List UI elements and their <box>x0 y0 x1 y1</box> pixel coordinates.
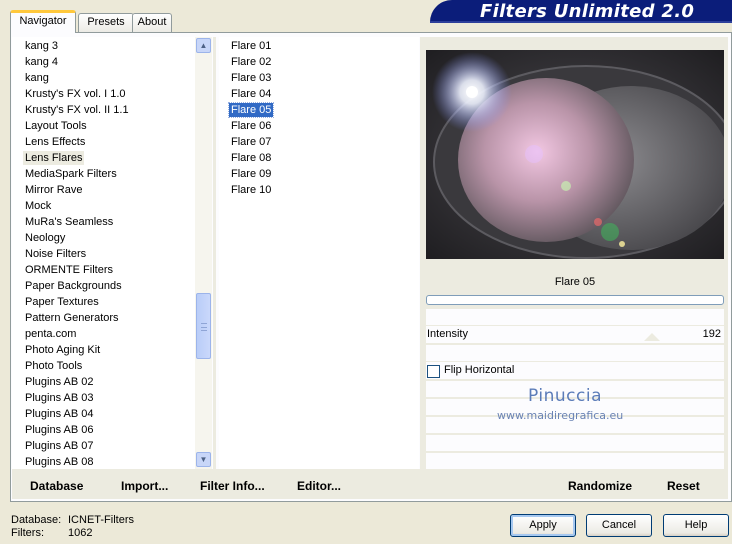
intensity-value: 192 <box>702 328 721 340</box>
filter-item[interactable]: Flare 10 <box>229 183 273 197</box>
filter-preview <box>426 50 724 259</box>
category-item[interactable]: Krusty's FX vol. I 1.0 <box>23 87 128 101</box>
filter-info-button[interactable]: Filter Info... <box>200 479 265 493</box>
filter-item[interactable]: Flare 09 <box>229 167 273 181</box>
category-item[interactable]: Paper Backgrounds <box>23 279 124 293</box>
filter-item[interactable]: Flare 03 <box>229 71 273 85</box>
filter-item[interactable]: Flare 07 <box>229 135 273 149</box>
import-button[interactable]: Import... <box>121 479 168 493</box>
watermark-site: www.maidiregrafica.eu <box>497 409 624 422</box>
database-status-value: ICNET-Filters <box>68 514 134 526</box>
filter-item[interactable]: Flare 01 <box>229 39 273 53</box>
filter-item[interactable]: Flare 05 <box>227 102 275 118</box>
control-row-blank <box>426 435 724 451</box>
category-item[interactable]: Lens Effects <box>23 135 87 149</box>
watermark-name: Pinuccia <box>528 386 602 406</box>
filter-item[interactable]: Flare 06 <box>229 119 273 133</box>
help-button[interactable]: Help <box>663 514 729 537</box>
filter-item[interactable]: Flare 04 <box>229 87 273 101</box>
category-item[interactable]: Plugins AB 06 <box>23 423 96 437</box>
category-item[interactable]: Mock <box>23 199 53 213</box>
category-item[interactable]: kang 3 <box>23 39 60 53</box>
category-item[interactable]: Plugins AB 08 <box>23 455 96 469</box>
database-button[interactable]: Database <box>30 479 83 493</box>
category-item[interactable]: Noise Filters <box>23 247 88 261</box>
flip-row[interactable]: Flip Horizontal <box>426 362 724 379</box>
category-item[interactable]: kang <box>23 71 51 85</box>
category-item[interactable]: ORMENTE Filters <box>23 263 115 277</box>
editor-button[interactable]: Editor... <box>297 479 341 493</box>
slider-pointer-icon[interactable] <box>644 333 660 341</box>
filters-count-label: Filters: <box>11 527 44 539</box>
list-divider <box>213 37 216 469</box>
grip-icon <box>201 323 207 331</box>
intensity-label: Intensity <box>427 328 468 340</box>
category-item[interactable]: Plugins AB 03 <box>23 391 96 405</box>
cancel-button[interactable]: Cancel <box>586 514 652 537</box>
scroll-thumb[interactable] <box>196 293 211 359</box>
flip-label: Flip Horizontal <box>444 364 515 376</box>
category-list[interactable]: kang 3 kang 4 kang Krusty's FX vol. I 1.0 Kr… <box>12 37 195 469</box>
scroll-up-icon[interactable]: ▲ <box>196 38 211 53</box>
tab-about[interactable]: About <box>132 13 172 32</box>
randomize-button[interactable]: Randomize <box>568 479 632 493</box>
category-item[interactable]: kang 4 <box>23 55 60 69</box>
category-item[interactable]: Plugins AB 07 <box>23 439 96 453</box>
control-row-blank <box>426 309 724 325</box>
category-item[interactable]: Layout Tools <box>23 119 89 133</box>
category-item[interactable]: MediaSpark Filters <box>23 167 119 181</box>
filter-item[interactable]: Flare 08 <box>229 151 273 165</box>
scroll-down-icon[interactable]: ▼ <box>196 452 211 467</box>
reset-button[interactable]: Reset <box>667 479 700 493</box>
title-banner: Filters Unlimited 2.0 <box>430 0 732 23</box>
category-item[interactable]: Paper Textures <box>23 295 101 309</box>
category-item[interactable]: Photo Aging Kit <box>23 343 102 357</box>
control-row-blank <box>426 345 724 361</box>
category-item[interactable]: Photo Tools <box>23 359 84 373</box>
apply-button[interactable]: Apply <box>510 514 576 537</box>
flip-horizontal-checkbox[interactable] <box>427 365 440 378</box>
category-item[interactable]: MuRa's Seamless <box>23 215 115 229</box>
banner-title: Filters Unlimited 2.0 <box>480 1 695 22</box>
filters-count-value: 1062 <box>68 527 93 539</box>
control-row-blank <box>426 453 724 469</box>
category-item[interactable]: Krusty's FX vol. II 1.1 <box>23 103 131 117</box>
category-item[interactable]: Plugins AB 04 <box>23 407 96 421</box>
filter-item[interactable]: Flare 02 <box>229 55 273 69</box>
category-item[interactable]: penta.com <box>23 327 78 341</box>
database-status-label: Database: <box>11 514 62 526</box>
category-item[interactable]: Mirror Rave <box>23 183 84 197</box>
preview-image <box>426 50 724 259</box>
category-item[interactable]: Lens Flares <box>23 151 85 165</box>
tab-navigator[interactable]: Navigator <box>10 10 76 33</box>
category-item[interactable]: Pattern Generators <box>23 311 121 325</box>
category-item[interactable]: Plugins AB 02 <box>23 375 96 389</box>
filter-name-label: Flare 05 <box>426 272 724 292</box>
category-item[interactable]: Neology <box>23 231 67 245</box>
filter-list[interactable]: Flare 01 Flare 02 Flare 03 Flare 04 Flare 05… <box>219 37 419 469</box>
progress-bar <box>426 295 724 305</box>
intensity-slider-row[interactable]: Intensity 192 <box>426 326 724 343</box>
tab-presets[interactable]: Presets <box>78 13 134 32</box>
category-scrollbar[interactable]: ▲ ▼ <box>195 37 212 469</box>
